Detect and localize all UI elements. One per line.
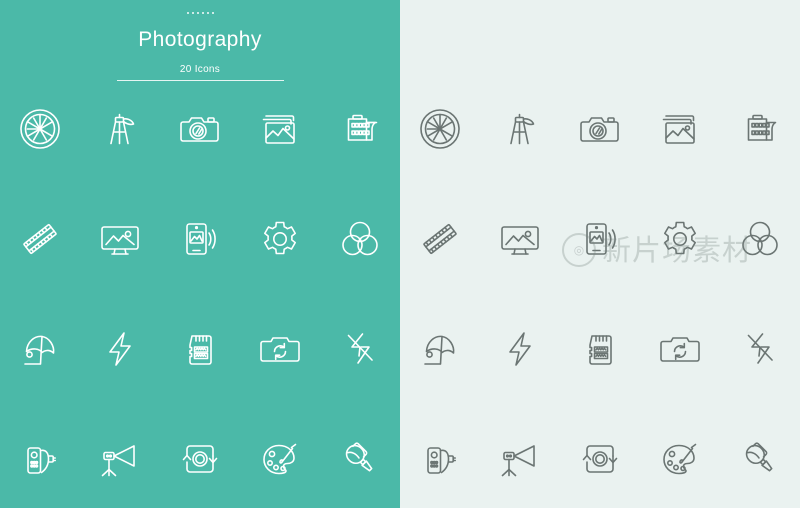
color-circles-icon[interactable] <box>320 200 400 278</box>
camera-icon[interactable] <box>160 90 240 168</box>
right-panel <box>400 0 800 508</box>
icon-grid-light <box>0 90 400 508</box>
tripod-icon[interactable] <box>480 90 560 168</box>
flash-bolt-icon[interactable] <box>80 310 160 388</box>
color-circles-icon[interactable] <box>720 200 800 278</box>
dot-divider-icon <box>0 12 400 20</box>
flash-bolt-icon[interactable] <box>480 310 560 388</box>
film-roll-icon[interactable] <box>720 90 800 168</box>
memory-card-icon[interactable] <box>560 310 640 388</box>
film-strip-icon[interactable] <box>400 200 480 278</box>
studio-light-icon[interactable] <box>80 420 160 498</box>
palette-icon[interactable] <box>240 420 320 498</box>
microphone-icon[interactable] <box>720 420 800 498</box>
rotate-lens-icon[interactable] <box>560 420 640 498</box>
icon-count-label: 20 Icons <box>179 64 221 75</box>
camera-refresh-icon[interactable] <box>640 310 720 388</box>
microphone-icon[interactable] <box>320 420 400 498</box>
mobile-photo-icon[interactable] <box>560 200 640 278</box>
camera-refresh-icon[interactable] <box>240 310 320 388</box>
beach-umbrella-icon[interactable] <box>400 310 480 388</box>
studio-light-icon[interactable] <box>480 420 560 498</box>
beach-umbrella-icon[interactable] <box>0 310 80 388</box>
remote-shutter-icon[interactable] <box>400 420 480 498</box>
left-panel: Photography 20 Icons <box>0 0 400 508</box>
photo-stack-icon[interactable] <box>240 90 320 168</box>
camera-icon[interactable] <box>560 90 640 168</box>
film-strip-icon[interactable] <box>0 200 80 278</box>
aperture-icon[interactable] <box>400 90 480 168</box>
film-roll-icon[interactable] <box>320 90 400 168</box>
mobile-photo-icon[interactable] <box>160 200 240 278</box>
desktop-photo-icon[interactable] <box>480 200 560 278</box>
rotate-lens-icon[interactable] <box>160 420 240 498</box>
settings-gear-icon[interactable] <box>240 200 320 278</box>
memory-card-icon[interactable] <box>160 310 240 388</box>
photo-stack-icon[interactable] <box>640 90 720 168</box>
remote-shutter-icon[interactable] <box>0 420 80 498</box>
icon-grid-dark <box>400 90 800 508</box>
aperture-icon[interactable] <box>0 90 80 168</box>
palette-icon[interactable] <box>640 420 720 498</box>
tripod-icon[interactable] <box>80 90 160 168</box>
flash-off-icon[interactable] <box>320 310 400 388</box>
flash-off-icon[interactable] <box>720 310 800 388</box>
icon-set-preview: Photography 20 Icons ◎ 新片场素材 <box>0 0 800 508</box>
desktop-photo-icon[interactable] <box>80 200 160 278</box>
subtitle-block: 20 Icons <box>0 64 400 81</box>
header: Photography 20 Icons <box>0 0 400 81</box>
settings-gear-icon[interactable] <box>640 200 720 278</box>
title-divider <box>116 80 284 81</box>
page-title: Photography <box>138 28 262 51</box>
